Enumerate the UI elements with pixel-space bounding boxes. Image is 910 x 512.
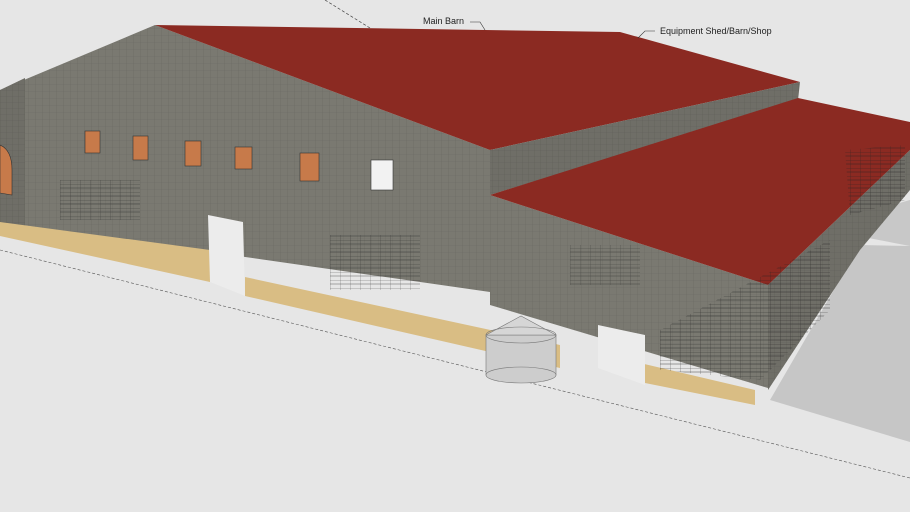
window-4[interactable] <box>234 146 253 170</box>
fence-panel <box>60 180 140 220</box>
fence-panel <box>570 245 640 285</box>
fence-panel <box>330 235 420 290</box>
main-barn-door[interactable] <box>208 215 245 296</box>
window-6[interactable] <box>370 159 394 191</box>
barn-model-scene <box>0 0 910 479</box>
equipment-shed-leader-line <box>637 30 655 39</box>
3d-model-viewport[interactable]: Main Barn Equipment Shed/Barn/Shop <box>0 0 910 512</box>
shed-door[interactable] <box>598 325 645 385</box>
window-2[interactable] <box>132 135 149 161</box>
axis-guide-line <box>324 0 371 29</box>
window-3[interactable] <box>184 140 202 167</box>
main-barn-leader-line <box>470 21 486 31</box>
main-barn-label[interactable]: Main Barn <box>423 16 464 26</box>
grain-silo[interactable] <box>485 315 557 384</box>
window-5[interactable] <box>299 152 320 182</box>
equipment-shed-label[interactable]: Equipment Shed/Barn/Shop <box>660 26 772 36</box>
window-1[interactable] <box>84 130 101 154</box>
